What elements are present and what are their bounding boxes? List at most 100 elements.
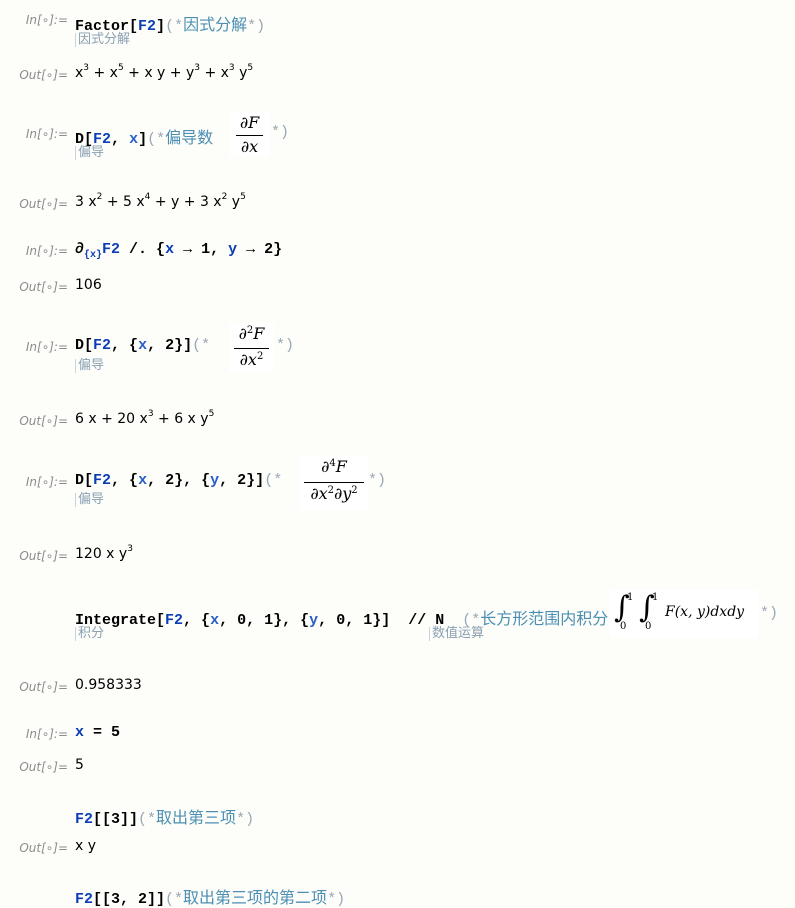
fraction-bar [234,348,269,349]
input-label: In[∘]:= [25,244,68,258]
term: + x [89,65,118,81]
assign-operator: = [84,724,112,741]
math-fraction-d2fdx2: ∂2F ∂x2 [229,323,274,372]
function-tooltip: 积分 [75,627,104,641]
lower-limit: 0 [237,612,247,629]
exponent: 5 [208,409,215,419]
output-label: Out[∘]= [19,197,68,211]
order: 2 [165,472,175,489]
math-double-integral: ∫ 1 0 ∫ 1 0 F(x, y)dxdy [610,590,758,638]
input-cell-part-nested[interactable]: F2[[3, 2]](*取出第三项的第二项*) [75,884,345,908]
upper-limit: 1 [264,612,274,629]
upper-limit: 1 [363,612,373,629]
comment-close: *) [236,811,255,828]
input-label: In[∘]:= [25,340,68,354]
comment-close: *) [271,124,290,141]
output-cell: 106 [75,277,102,293]
variable: x [138,472,148,489]
exponent: 2 [256,351,264,362]
function-symbol: F [253,324,265,343]
rule-arrow: → [174,241,202,258]
comment: 因式分解 [183,15,248,34]
input-cell-evaluate[interactable]: ∂{x}F2 /. {x → 1, y → 2} [75,241,282,261]
partial-subscript: {x} [84,250,103,261]
comment-open: (* [192,337,211,354]
output-cell: x3 + x5 + x y + y3 + x3 y5 [75,64,253,82]
lower-limit: 0 [620,621,627,632]
comment: 长方形范围内积分 [480,609,609,628]
function-tooltip: 数值运算 [429,627,484,641]
output-label: Out[∘]= [19,841,68,855]
input-cell-part[interactable]: F2[[3]](*取出第三项*) [75,804,254,828]
input-cell-integrate[interactable]: Integrate[F2, {x, 0, 1}, {y, 0, 1}] // N… [75,605,608,629]
variable: x [129,131,139,148]
output-cell: 6 x + 20 x3 + 6 x y5 [75,409,215,428]
exponent: 5 [240,192,246,202]
function-tooltip: 因式分解 [75,33,130,47]
upper-limit: 1 [652,592,659,603]
brace: } [273,241,283,258]
separator: , [210,241,229,258]
value: 1 [201,241,211,258]
fraction-denominator: ∂x [310,484,328,503]
value: 2 [264,241,274,258]
function-head: D [75,472,85,489]
lower-limit: 0 [336,612,346,629]
term: 6 x + 20 x [75,411,148,427]
comment-open: (* [147,131,166,148]
variable: y [228,241,238,258]
comment: 取出第三项的第二项 [183,888,328,907]
output-label: Out[∘]= [19,680,68,694]
part-index: [[3]] [93,811,139,828]
term: y [227,194,241,210]
variable: x [210,612,220,629]
replace-operator: /. { [120,241,166,258]
variable: x [75,724,85,741]
upper-limit: 1 [627,592,634,603]
symbol: F2 [93,472,112,489]
partial-operator: ∂ [75,241,85,258]
variable: y [210,472,220,489]
input-label: In[∘]:= [25,727,68,741]
value: 5 [111,724,121,741]
output-cell: 3 x2 + 5 x4 + y + 3 x2 y5 [75,192,246,211]
term: + 6 x y [153,411,209,427]
fraction-bar [304,482,364,483]
input-label: In[∘]:= [25,13,68,27]
comment: 取出第三项 [156,808,237,827]
comment-open: (* [165,891,184,908]
symbol: F2 [75,811,94,828]
comment: 偏导数 [165,128,214,147]
term: 3 x [75,194,97,210]
math-fraction-d4f: ∂4F ∂x2∂y2 [300,456,368,510]
variable: x [165,241,175,258]
variable: y [309,612,319,629]
math-fraction-dfdx: ∂F ∂x [230,112,269,157]
function-head: D [75,337,85,354]
order: 2 [237,472,247,489]
order: 2 [165,337,175,354]
lower-limit: 0 [645,621,652,632]
comment-open: (* [138,811,157,828]
output-cell: x y [75,838,97,854]
symbol: F2 [165,612,184,629]
fraction-denominator: ∂x [240,137,259,156]
term: + y + 3 x [150,194,222,210]
comment-close: *) [368,472,387,489]
input-cell-mixed-derivative[interactable]: D[F2, {x, 2}, {y, 2}](* [75,472,282,489]
input-cell-second-derivative[interactable]: D[F2, {x, 2}](* [75,337,210,354]
exponent: 3 [127,544,133,554]
fraction-bar [236,135,263,136]
symbol: F2 [93,337,112,354]
function-tooltip: 偏导 [75,146,104,160]
input-label: In[∘]:= [25,475,68,489]
symbol: F2 [102,241,121,258]
function-tooltip: 偏导 [75,493,104,507]
part-index: [[3, 2]] [93,891,166,908]
symbol: F2 [138,18,157,35]
input-cell-assign[interactable]: x = 5 [75,724,120,741]
output-cell: 5 [75,757,84,773]
output-label: Out[∘]= [19,760,68,774]
integrand: F(x, y)dxdy [665,604,745,620]
comment-open: (* [165,18,184,35]
